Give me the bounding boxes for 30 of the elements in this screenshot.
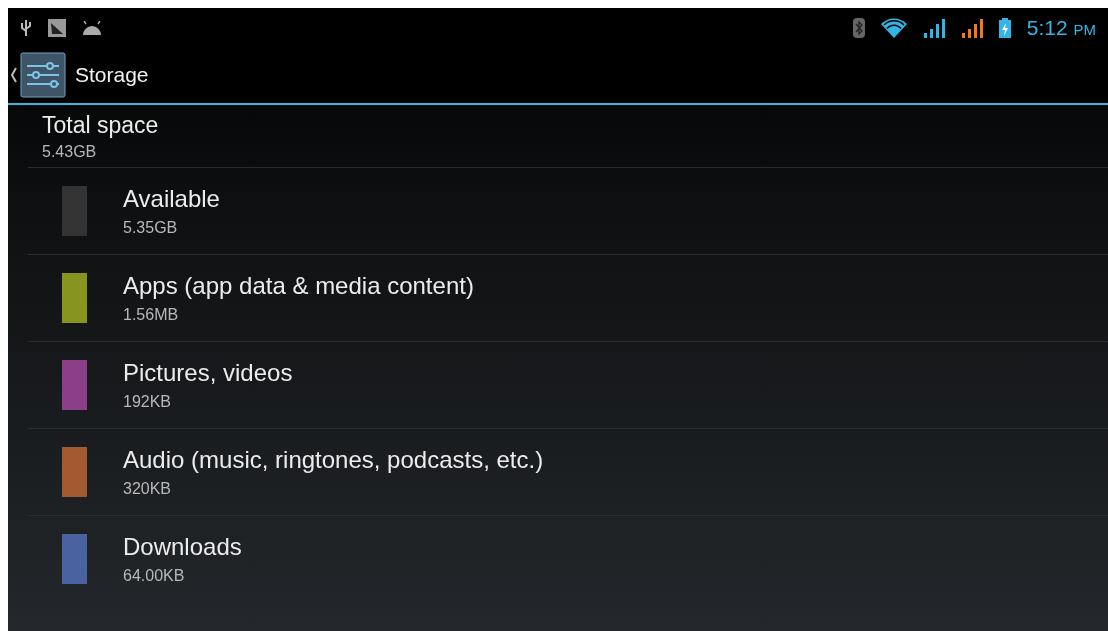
bluetooth-icon: [852, 17, 865, 38]
total-space-value: 5.43GB: [42, 142, 98, 161]
up-button[interactable]: [10, 52, 66, 98]
storage-item[interactable]: Audio (music, ringtones, podcasts, etc.) 320KB: [28, 429, 1108, 515]
signal-icon: [960, 17, 983, 38]
total-space-label: Total space: [42, 111, 160, 139]
item-size: 1.56MB: [123, 306, 180, 324]
settings-icon: [20, 52, 66, 98]
android-icon: [82, 20, 102, 35]
storage-item[interactable]: Pictures, videos 192KB: [28, 342, 1108, 428]
item-size: 5.35GB: [123, 219, 179, 237]
image-icon: [48, 18, 66, 37]
usb-icon: [20, 18, 32, 37]
item-name: Pictures, videos: [123, 359, 293, 387]
wifi-icon: [880, 17, 907, 38]
storage-item[interactable]: Downloads 64.00KB: [28, 516, 1108, 602]
item-size: 320KB: [123, 480, 173, 498]
chevron-left-icon: [10, 67, 18, 83]
storage-item[interactable]: Available 5.35GB: [28, 168, 1108, 254]
item-name: Audio (music, ringtones, podcasts, etc.): [123, 446, 544, 474]
item-name: Apps (app data & media content): [123, 272, 474, 300]
battery-icon: [998, 17, 1011, 38]
item-size: 192KB: [123, 393, 173, 411]
storage-item[interactable]: Apps (app data & media content) 1.56MB: [28, 255, 1108, 341]
item-size: 64.00KB: [123, 567, 186, 585]
screen-title: Storage: [75, 63, 149, 87]
item-name: Available: [123, 185, 220, 213]
clock: 5:12 PM: [1026, 15, 1096, 40]
signal-icon: [922, 17, 945, 38]
item-name: Downloads: [123, 533, 242, 561]
